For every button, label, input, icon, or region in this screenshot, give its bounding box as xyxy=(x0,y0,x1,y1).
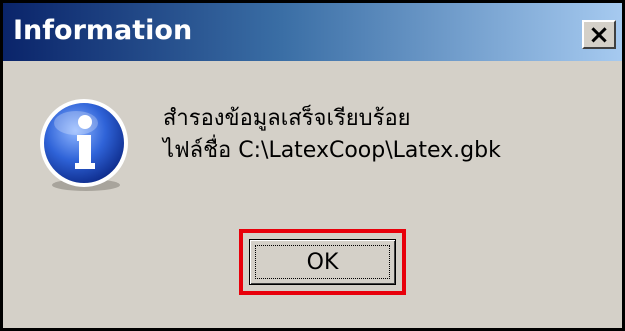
message-text: สำรองข้อมูลเสร็จเรียบร้อย ไฟล์ชื่อ C:\La… xyxy=(163,103,501,167)
message-line-1: สำรองข้อมูลเสร็จเรียบร้อย xyxy=(163,106,411,131)
information-dialog: Information × สำรองข้อมูลเสร็จเรียบร้อย … xyxy=(0,0,625,331)
dialog-body: สำรองข้อมูลเสร็จเรียบร้อย ไฟล์ชื่อ C:\La… xyxy=(3,61,622,328)
focus-rectangle xyxy=(255,245,390,279)
dialog-title: Information xyxy=(13,15,193,46)
message-line-2: ไฟล์ชื่อ C:\LatexCoop\Latex.gbk xyxy=(163,138,501,163)
info-icon xyxy=(40,99,128,191)
ok-button-highlight: OK xyxy=(239,229,406,295)
ok-button[interactable]: OK xyxy=(249,239,396,285)
title-bar[interactable]: Information × xyxy=(3,3,622,61)
close-button[interactable]: × xyxy=(582,20,616,49)
close-icon: × xyxy=(588,19,610,50)
